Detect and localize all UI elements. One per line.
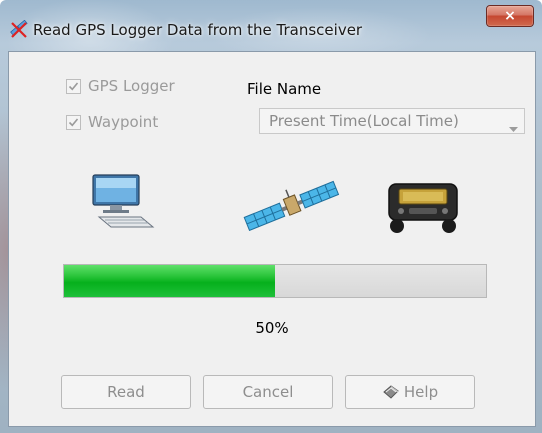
waypoint-label: Waypoint: [88, 113, 159, 131]
cancel-button-label: Cancel: [242, 383, 294, 401]
satellite-icon: [241, 179, 341, 235]
help-button[interactable]: Help: [345, 375, 475, 409]
dialog-window: Read GPS Logger Data from the Transceive…: [0, 0, 542, 433]
dialog-content: GPS Logger Waypoint File Name Present Ti…: [8, 51, 536, 427]
progress-bar: [63, 264, 487, 298]
waypoint-checkbox[interactable]: [66, 114, 81, 130]
gps-logger-option[interactable]: GPS Logger: [66, 77, 175, 95]
window-title: Read GPS Logger Data from the Transceive…: [33, 21, 363, 39]
file-name-label: File Name: [247, 80, 322, 98]
progress-percentage: 50%: [255, 319, 289, 337]
gps-logger-checkbox[interactable]: [66, 78, 81, 94]
transceiver-icon: [385, 180, 461, 238]
computer-icon: [91, 173, 157, 233]
help-button-label: Help: [403, 383, 439, 401]
waypoint-option[interactable]: Waypoint: [66, 113, 158, 131]
file-name-select[interactable]: Present Time(Local Time): [259, 108, 525, 134]
close-button[interactable]: ×: [486, 5, 534, 27]
app-icon: [9, 19, 29, 40]
read-button-label: Read: [107, 383, 145, 401]
progress-bar-fill: [64, 265, 275, 297]
close-icon: ×: [504, 8, 516, 24]
read-button[interactable]: Read: [61, 375, 191, 409]
help-book-icon: [382, 384, 400, 400]
cancel-button[interactable]: Cancel: [203, 375, 333, 409]
gps-logger-label: GPS Logger: [88, 77, 175, 95]
file-name-selected-value: Present Time(Local Time): [269, 112, 459, 130]
title-bar[interactable]: Read GPS Logger Data from the Transceive…: [0, 0, 542, 50]
chevron-down-icon: [509, 118, 518, 137]
